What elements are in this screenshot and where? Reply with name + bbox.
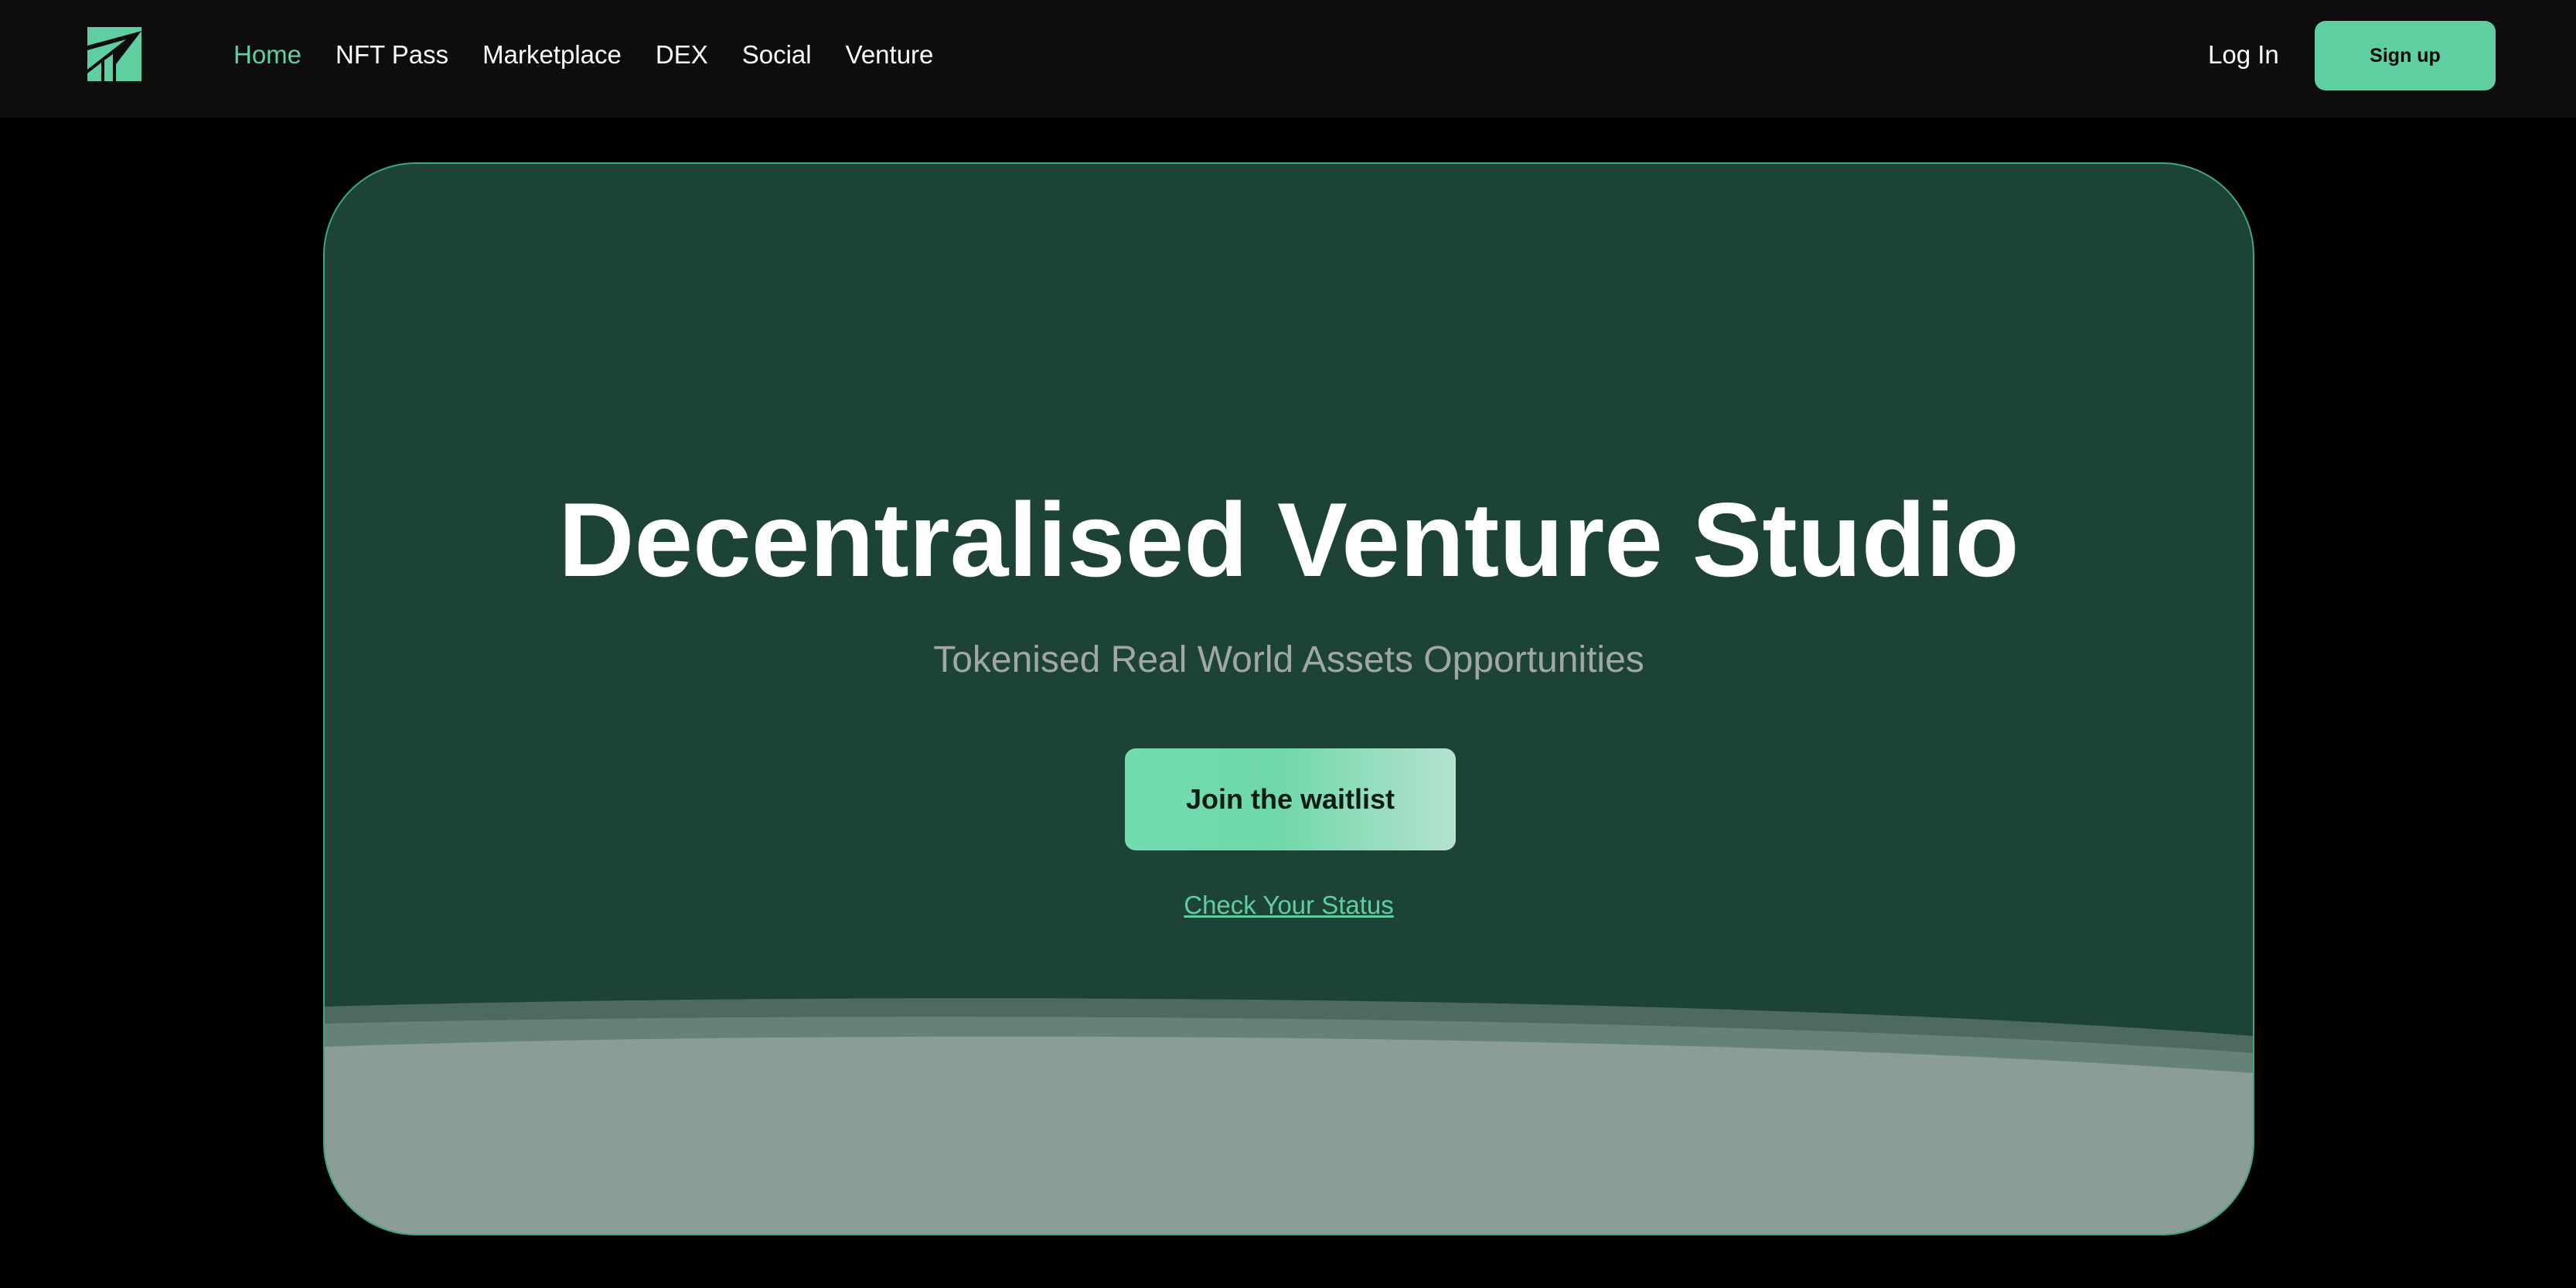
join-waitlist-button[interactable]: Join the waitlist xyxy=(1125,748,1456,850)
hero-wave-decoration xyxy=(325,998,2253,1234)
nav-link-social[interactable]: Social xyxy=(742,40,812,70)
signup-button[interactable]: Sign up xyxy=(2315,21,2496,90)
login-link[interactable]: Log In xyxy=(2208,0,2279,110)
chart-growth-logo-icon[interactable] xyxy=(87,27,141,81)
nav-link-dex[interactable]: DEX xyxy=(656,40,708,70)
nav-link-home[interactable]: Home xyxy=(233,40,302,70)
hero-title: Decentralised Venture Studio xyxy=(558,481,2019,598)
nav-link-nft-pass[interactable]: NFT Pass xyxy=(336,40,448,70)
nav-link-marketplace[interactable]: Marketplace xyxy=(482,40,622,70)
check-status-link[interactable]: Check Your Status xyxy=(325,891,2253,920)
hero-subtitle: Tokenised Real World Assets Opportunitie… xyxy=(933,639,1644,680)
nav-link-venture[interactable]: Venture xyxy=(846,40,934,70)
main-nav: Home NFT Pass Marketplace DEX Social Ven… xyxy=(233,0,933,110)
hero-card: Decentralised Venture Studio Tokenised R… xyxy=(323,162,2254,1235)
navbar: Home NFT Pass Marketplace DEX Social Ven… xyxy=(0,0,2576,118)
